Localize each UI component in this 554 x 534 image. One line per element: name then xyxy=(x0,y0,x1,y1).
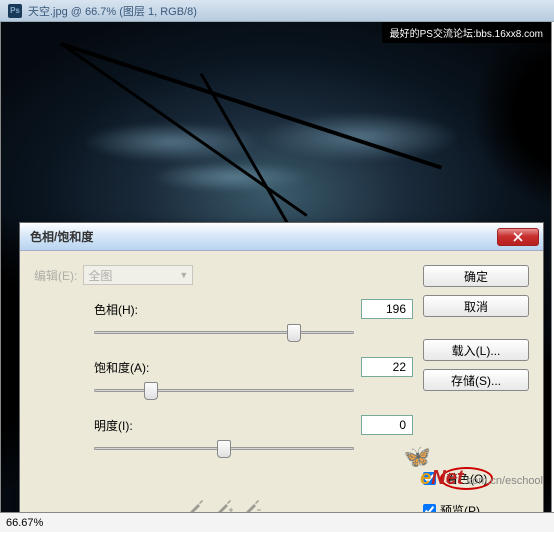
preview-checkbox[interactable] xyxy=(423,504,436,512)
lightness-label: 明度(I): xyxy=(94,417,184,434)
saturation-label: 饱和度(A): xyxy=(94,359,184,376)
canvas: 最好的PS交流论坛:bbs.16xx8.com 色相/饱和度 编辑(E): 全图… xyxy=(0,22,552,512)
tab-title: 天空.jpg @ 66.7% (图层 1, RGB/8) xyxy=(28,3,197,19)
chevron-down-icon: ▼ xyxy=(179,270,188,280)
eyedropper-icon[interactable] xyxy=(187,497,205,512)
hue-slider[interactable] xyxy=(94,325,354,341)
lightness-input[interactable] xyxy=(361,415,413,435)
dialog-title: 色相/饱和度 xyxy=(30,228,93,245)
saturation-slider[interactable] xyxy=(94,383,354,399)
document-tab[interactable]: Ps 天空.jpg @ 66.7% (图层 1, RGB/8) xyxy=(0,0,554,22)
edit-dropdown[interactable]: 全图 ▼ xyxy=(83,265,193,285)
ok-button[interactable]: 确定 xyxy=(423,265,529,287)
eyedropper-minus-icon[interactable] xyxy=(243,497,261,512)
lightness-slider[interactable] xyxy=(94,441,354,457)
watermark-top: 最好的PS交流论坛:bbs.16xx8.com xyxy=(382,22,551,43)
hue-label: 色相(H): xyxy=(94,301,184,318)
dialog-titlebar[interactable]: 色相/饱和度 xyxy=(20,223,543,251)
cancel-button[interactable]: 取消 xyxy=(423,295,529,317)
zoom-level[interactable]: 66.67% xyxy=(6,517,43,529)
close-button[interactable] xyxy=(497,228,539,246)
eyedropper-plus-icon[interactable] xyxy=(215,497,233,512)
load-button[interactable]: 载入(L)... xyxy=(423,339,529,361)
preview-label: 预览(P) xyxy=(440,502,480,512)
watermark-logo: eNet.com.cn/eschool xyxy=(420,467,543,490)
status-bar: 66.67% xyxy=(0,512,554,532)
saturation-input[interactable] xyxy=(361,357,413,377)
ps-icon: Ps xyxy=(8,4,22,18)
hue-input[interactable] xyxy=(361,299,413,319)
save-button[interactable]: 存储(S)... xyxy=(423,369,529,391)
edit-dropdown-value: 全图 xyxy=(88,267,112,284)
edit-label: 编辑(E): xyxy=(34,267,77,284)
